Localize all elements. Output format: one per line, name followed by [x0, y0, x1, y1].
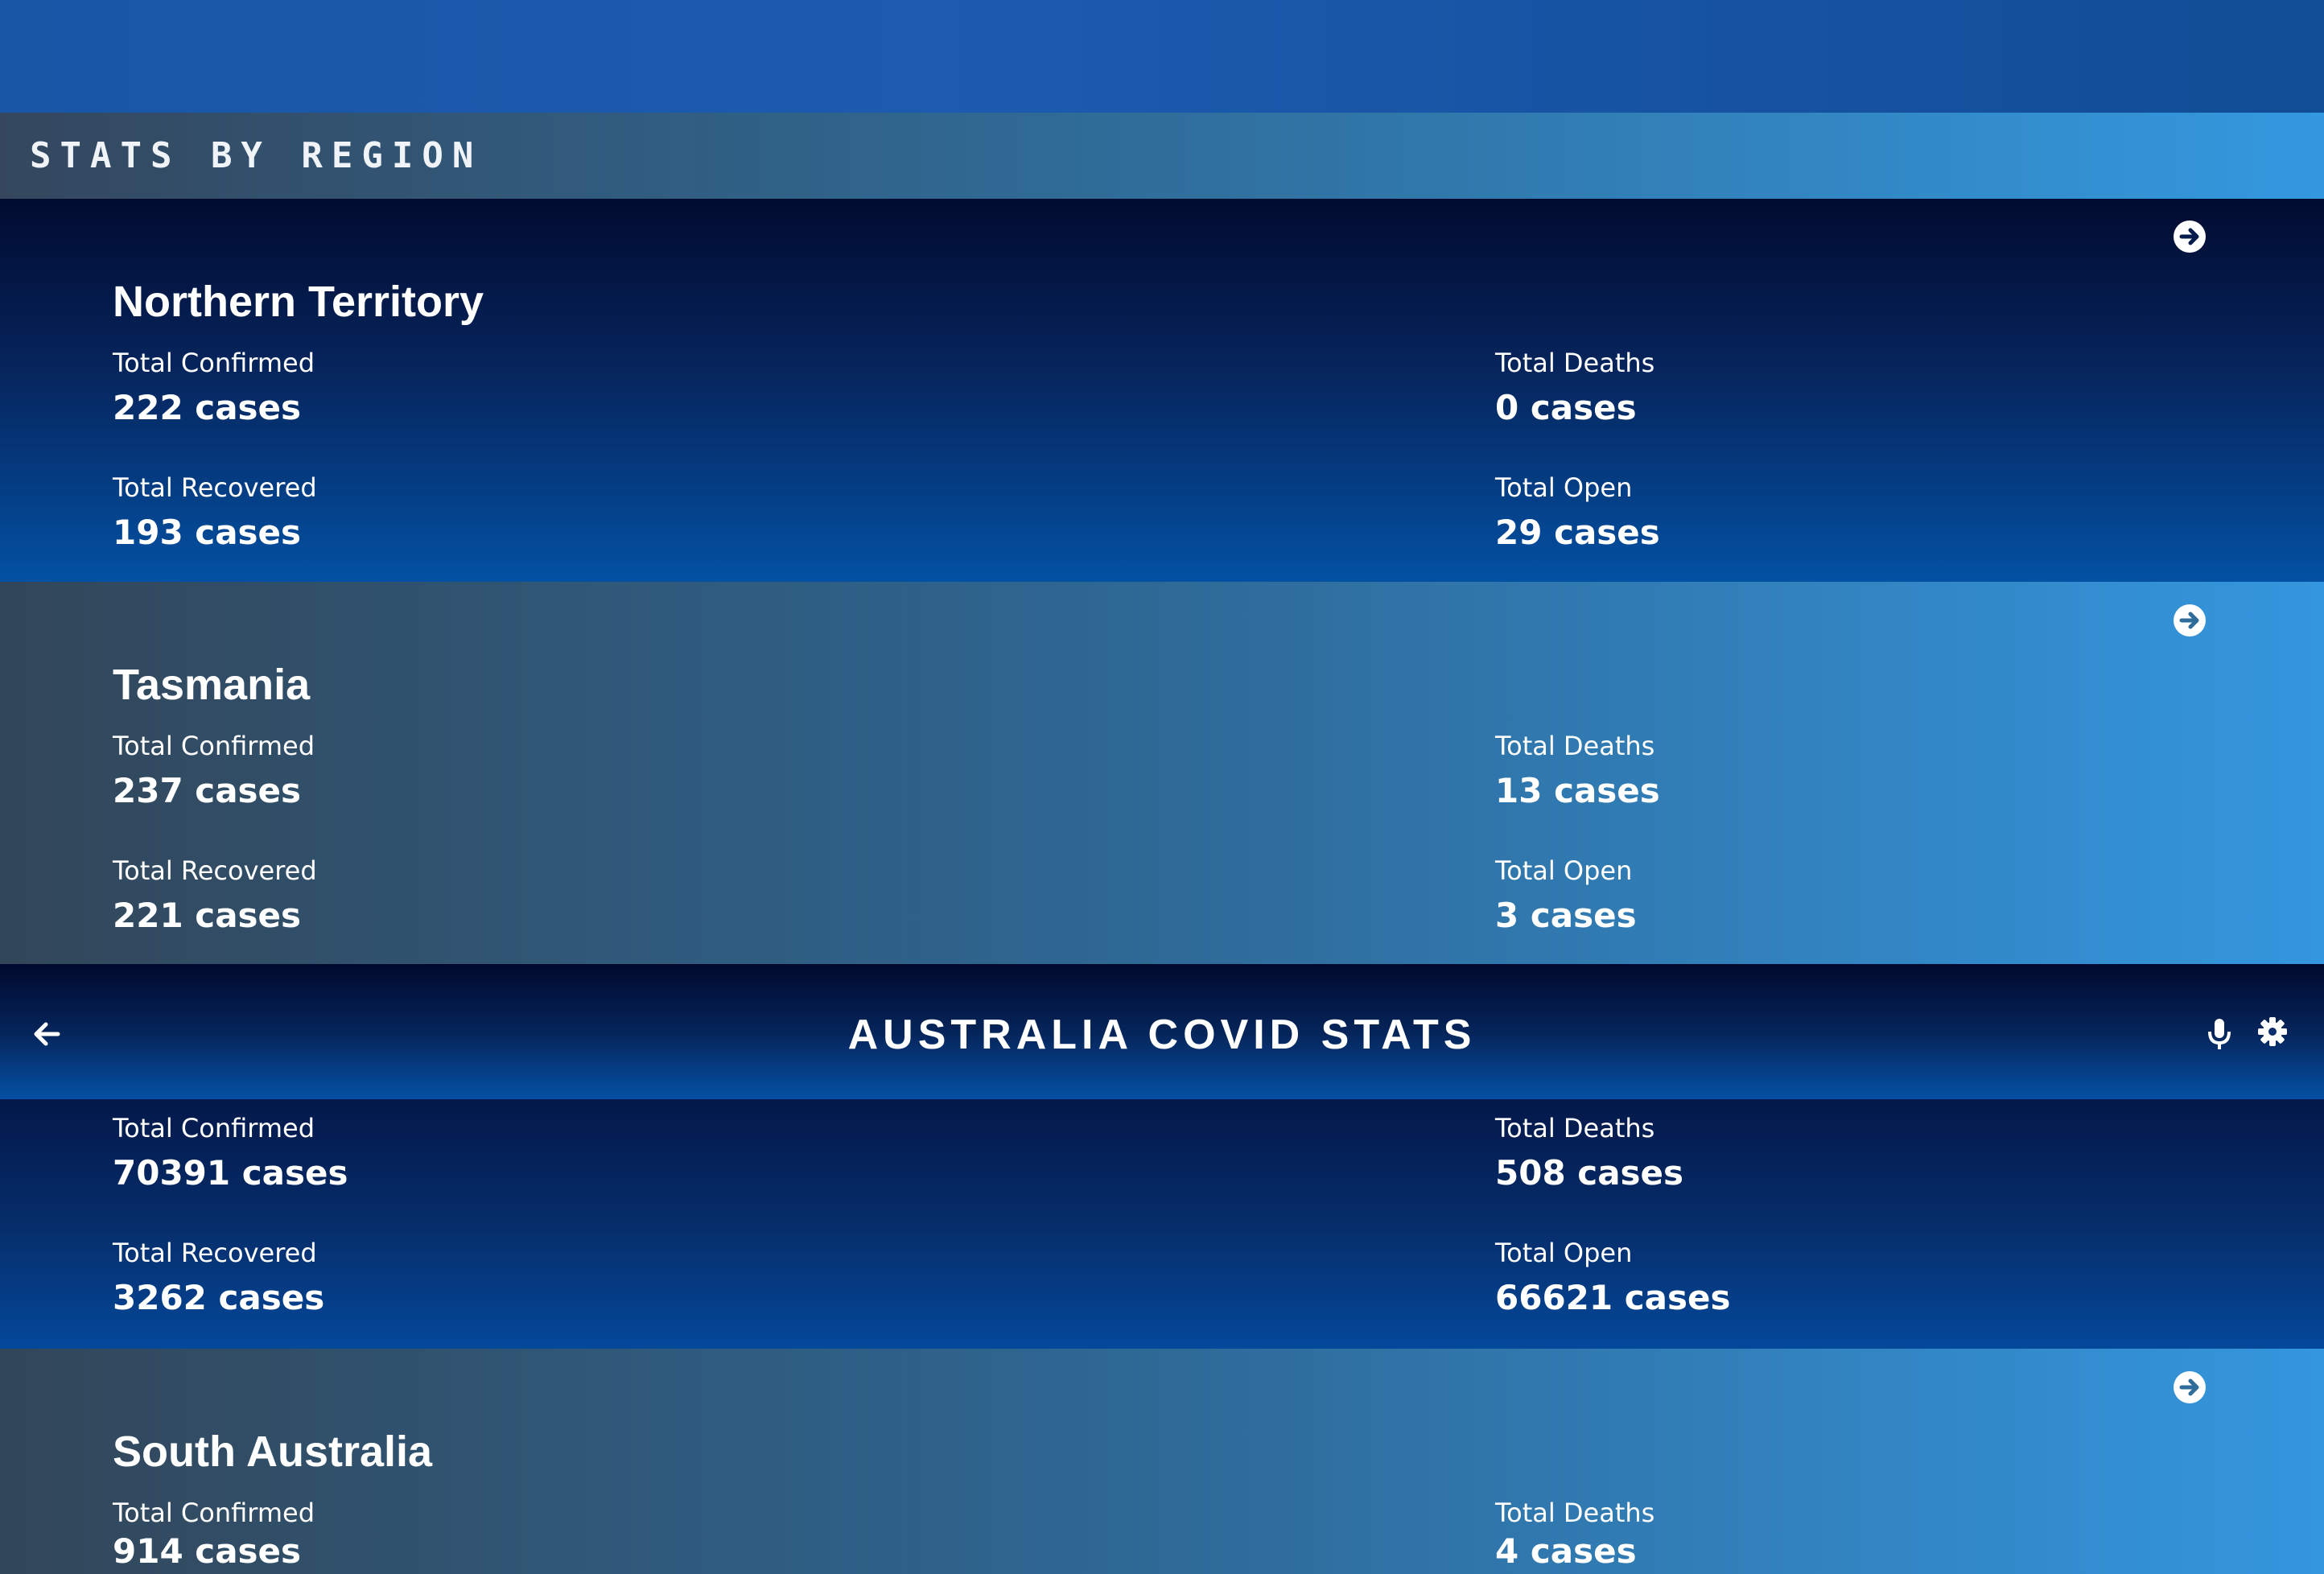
deaths-label: Total Deaths: [1495, 1113, 1655, 1143]
confirmed-value: 914 cases: [113, 1531, 302, 1571]
region-card-south-australia[interactable]: South Australia Total Confirmed 914 case…: [0, 1349, 2324, 1574]
arrow-circle-right-icon: [2173, 220, 2207, 253]
open-value: 3 cases: [1495, 896, 1637, 935]
region-name: Northern Territory: [113, 278, 484, 326]
confirmed-label: Total Confirmed: [113, 348, 315, 378]
confirmed-value: 237 cases: [113, 771, 302, 810]
national-summary-card: Total Confirmed 70391 cases Total Deaths…: [0, 1099, 2324, 1349]
recovered-label: Total Recovered: [113, 855, 317, 886]
deaths-value: 13 cases: [1495, 771, 1660, 810]
top-header-band: [0, 0, 2324, 113]
confirmed-label: Total Confirmed: [113, 1498, 315, 1528]
region-card-northern-territory[interactable]: Northern Territory Total Confirmed 222 c…: [0, 199, 2324, 582]
deaths-value: 0 cases: [1495, 388, 1637, 427]
confirmed-label: Total Confirmed: [113, 1113, 315, 1143]
deaths-label: Total Deaths: [1495, 348, 1655, 378]
open-value: 66621 cases: [1495, 1278, 1731, 1317]
section-header: STATS BY REGION: [0, 113, 2324, 199]
deaths-value: 4 cases: [1495, 1531, 1637, 1571]
deaths-value: 508 cases: [1495, 1153, 1684, 1193]
recovered-label: Total Recovered: [113, 1238, 317, 1268]
recovered-value: 221 cases: [113, 896, 302, 935]
recovered-value: 3262 cases: [113, 1278, 325, 1317]
microphone-icon: [2205, 1017, 2234, 1051]
region-detail-button[interactable]: [2173, 220, 2207, 253]
open-label: Total Open: [1495, 1238, 1633, 1268]
arrow-circle-right-icon: [2173, 604, 2207, 637]
region-name: South Australia: [113, 1428, 433, 1476]
recovered-value: 193 cases: [113, 513, 302, 552]
region-detail-button[interactable]: [2173, 604, 2207, 637]
region-card-tasmania[interactable]: Tasmania Total Confirmed 237 cases Total…: [0, 582, 2324, 964]
confirmed-value: 222 cases: [113, 388, 302, 427]
deaths-label: Total Deaths: [1495, 731, 1655, 761]
open-label: Total Open: [1495, 855, 1633, 886]
arrow-circle-right-icon: [2173, 1370, 2207, 1404]
microphone-button[interactable]: [2205, 1017, 2234, 1051]
app-title: AUSTRALIA COVID STATS: [847, 1012, 1477, 1058]
app-bar: AUSTRALIA COVID STATS: [0, 964, 2324, 1099]
open-label: Total Open: [1495, 472, 1633, 503]
gear-icon: [2256, 1016, 2289, 1048]
region-detail-button[interactable]: [2173, 1370, 2207, 1404]
confirmed-value: 70391 cases: [113, 1153, 348, 1193]
settings-button[interactable]: [2256, 1016, 2289, 1048]
recovered-label: Total Recovered: [113, 472, 317, 503]
open-value: 29 cases: [1495, 513, 1660, 552]
confirmed-label: Total Confirmed: [113, 731, 315, 761]
section-title: STATS BY REGION: [30, 135, 483, 176]
region-name: Tasmania: [113, 661, 311, 709]
deaths-label: Total Deaths: [1495, 1498, 1655, 1528]
